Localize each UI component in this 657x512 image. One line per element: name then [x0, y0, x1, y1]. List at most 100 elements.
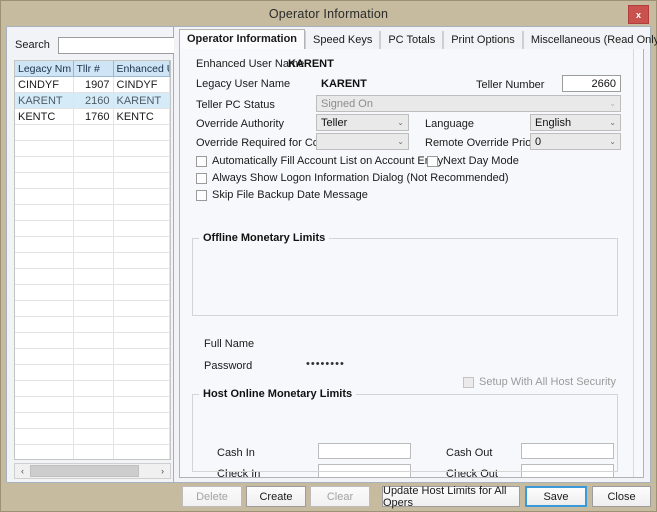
- tab-area: Operator Information Speed Keys PC Totals P…: [174, 27, 657, 482]
- table-row-empty[interactable]: [15, 332, 170, 349]
- column-header-legacy-nm[interactable]: Legacy Nm: [15, 61, 74, 77]
- cell-empty: [15, 236, 74, 253]
- cell-empty: [113, 300, 170, 317]
- checkbox-label: Always Show Logon Information Dialog (No…: [212, 172, 509, 184]
- operator-grid[interactable]: Legacy Nm Tllr # Enhanced User Na CINDYF…: [14, 60, 171, 460]
- full-name-label: Full Name: [204, 338, 255, 350]
- checkbox-icon: [463, 376, 474, 388]
- remote-override-priority-label: Remote Override Priority: [425, 137, 547, 149]
- checkbox-label: Automatically Fill Account List on Accou…: [212, 155, 444, 167]
- checkbox-icon[interactable]: [427, 155, 438, 167]
- cell-empty: [15, 300, 74, 317]
- create-button[interactable]: Create: [246, 486, 306, 507]
- cell-empty: [73, 236, 114, 253]
- table-row-empty[interactable]: [15, 412, 170, 429]
- cell-empty: [73, 140, 114, 157]
- tab-operator-information[interactable]: Operator Information: [179, 29, 306, 50]
- host-online-monetary-limits-title: Host Online Monetary Limits: [203, 388, 353, 400]
- cell-empty: [113, 444, 170, 459]
- table-row-empty[interactable]: [15, 300, 170, 317]
- checkbox-icon[interactable]: [196, 155, 207, 167]
- chevron-down-icon: ⌄: [397, 137, 404, 146]
- table-row-empty[interactable]: [15, 172, 170, 189]
- update-host-limits-for-all-opers-button[interactable]: Update Host Limits for All Opers: [382, 485, 520, 509]
- operator-information-window: Operator Information x Search Legacy Nm …: [0, 0, 657, 512]
- close-button[interactable]: Close: [592, 486, 651, 507]
- cell-empty: [73, 268, 114, 285]
- cell-teller-number: 1907: [73, 76, 114, 93]
- table-row[interactable]: CINDYF 1907 CINDYF: [15, 76, 170, 93]
- table-row-empty[interactable]: [15, 364, 170, 381]
- tab-speed-keys[interactable]: Speed Keys: [305, 31, 381, 49]
- password-value: ••••••••: [306, 358, 345, 370]
- table-row-empty[interactable]: [15, 140, 170, 157]
- table-row-empty[interactable]: [15, 428, 170, 445]
- cell-empty: [73, 284, 114, 301]
- cell-legacy-nm: KARENT: [15, 92, 74, 109]
- cell-empty: [73, 172, 114, 189]
- chevron-down-icon: ⌄: [609, 118, 616, 127]
- checkbox-always-show-logon-dialog[interactable]: Always Show Logon Information Dialog (No…: [196, 172, 509, 184]
- cell-empty: [15, 172, 74, 189]
- close-icon[interactable]: x: [628, 5, 649, 24]
- override-required-select[interactable]: ⌄: [316, 133, 409, 150]
- table-row-empty[interactable]: [15, 316, 170, 333]
- override-authority-select[interactable]: Teller ⌄: [316, 114, 409, 131]
- checkbox-icon[interactable]: [196, 172, 207, 184]
- cell-legacy-nm: KENTC: [15, 108, 74, 125]
- table-row-empty[interactable]: [15, 284, 170, 301]
- checkbox-next-day-mode[interactable]: Next Day Mode: [427, 155, 519, 167]
- table-row-empty[interactable]: [15, 188, 170, 205]
- remote-override-priority-select[interactable]: 0 ⌄: [530, 133, 621, 150]
- table-row-empty[interactable]: [15, 396, 170, 413]
- table-header-row: Legacy Nm Tllr # Enhanced User Na: [15, 61, 170, 77]
- table-row-empty[interactable]: [15, 220, 170, 237]
- tab-miscellaneous-read-only[interactable]: Miscellaneous (Read Only): [522, 31, 657, 49]
- cell-empty: [113, 332, 170, 349]
- language-select[interactable]: English ⌄: [530, 114, 621, 131]
- scroll-right-arrow-icon[interactable]: ›: [155, 464, 170, 478]
- column-header-enhanced-user-name[interactable]: Enhanced User Na: [113, 61, 170, 77]
- cell-empty: [73, 348, 114, 365]
- table-row-empty[interactable]: [15, 156, 170, 173]
- column-header-teller-number[interactable]: Tllr #: [73, 61, 114, 77]
- table-row-empty[interactable]: [15, 252, 170, 269]
- save-button[interactable]: Save: [525, 486, 587, 507]
- table-row-empty[interactable]: [15, 204, 170, 221]
- table-row-empty[interactable]: [15, 236, 170, 253]
- panel-vertical-scrollbar[interactable]: [633, 49, 643, 477]
- checkbox-skip-file-backup-message[interactable]: Skip File Backup Date Message: [196, 189, 368, 201]
- override-authority-value: Teller: [321, 116, 348, 129]
- table-row[interactable]: KARENT 2160 KARENT: [15, 92, 170, 109]
- teller-number-field[interactable]: 2660: [562, 75, 621, 92]
- cell-empty: [73, 364, 114, 381]
- cell-empty: [15, 380, 74, 397]
- tab-print-options[interactable]: Print Options: [443, 31, 523, 49]
- table-row[interactable]: KENTC 1760 KENTC: [15, 108, 170, 125]
- cell-empty: [15, 124, 74, 141]
- cell-empty: [15, 316, 74, 333]
- cell-empty: [15, 396, 74, 413]
- checkbox-auto-fill-account-list[interactable]: Automatically Fill Account List on Accou…: [196, 155, 443, 167]
- table-row-empty[interactable]: [15, 348, 170, 365]
- chevron-down-icon: ⌄: [609, 137, 616, 146]
- table-row-empty[interactable]: [15, 268, 170, 285]
- scrollbar-thumb[interactable]: [30, 465, 139, 477]
- cell-empty: [73, 204, 114, 221]
- window-body: Search Legacy Nm Tllr # Enhanced User Na…: [6, 26, 657, 483]
- checkbox-icon[interactable]: [196, 189, 207, 201]
- cell-empty: [73, 252, 114, 269]
- cell-teller-number: 1760: [73, 108, 114, 125]
- table-row-empty[interactable]: [15, 444, 170, 459]
- language-value: English: [535, 116, 572, 129]
- tab-pc-totals[interactable]: PC Totals: [380, 31, 444, 49]
- scroll-left-arrow-icon[interactable]: ‹: [15, 464, 30, 478]
- horizontal-scrollbar[interactable]: ‹ ›: [14, 463, 171, 479]
- table-row-empty[interactable]: [15, 380, 170, 397]
- cell-empty: [73, 444, 114, 459]
- cell-enhanced-user-name: CINDYF: [113, 76, 170, 93]
- cell-empty: [15, 140, 74, 157]
- cell-empty: [73, 428, 114, 445]
- table-row-empty[interactable]: [15, 124, 170, 141]
- operator-list-sidebar: Search Legacy Nm Tllr # Enhanced User Na…: [7, 27, 208, 482]
